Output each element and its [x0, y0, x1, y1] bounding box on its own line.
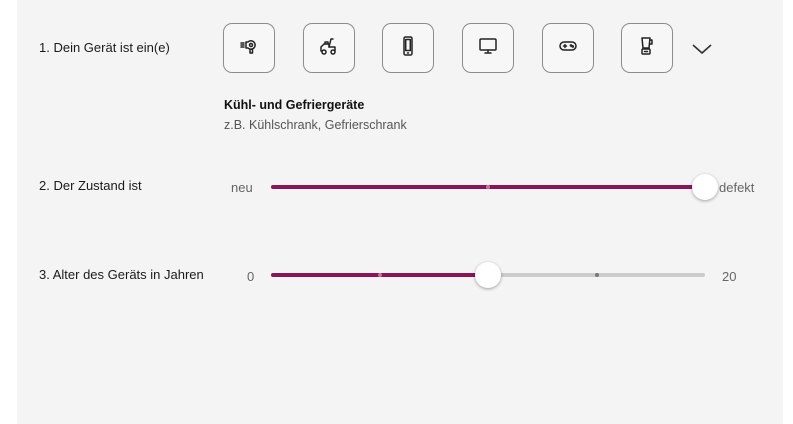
selected-category-subtitle: z.B. Kühlschrank, Gefrierschrank	[224, 118, 407, 132]
calculator-panel: 1. Dein Gerät ist ein(e) Kühl- und Gefri…	[17, 0, 783, 424]
gamepad-icon	[556, 34, 580, 63]
age-slider-tick	[594, 273, 599, 277]
condition-slider-handle[interactable]	[692, 174, 718, 200]
more-devices-chevron-button[interactable]	[689, 40, 715, 58]
device-smartphone-button[interactable]	[382, 23, 434, 73]
blender-icon	[635, 34, 659, 63]
condition-min-label: neu	[231, 180, 253, 195]
device-blender-button[interactable]	[621, 23, 673, 73]
device-monitor-button[interactable]	[462, 23, 514, 73]
age-slider-handle[interactable]	[475, 262, 501, 288]
lawn-tractor-icon	[317, 34, 341, 63]
question-device-label: 1. Dein Gerät ist ein(e)	[39, 40, 170, 55]
device-hair-dryer-button[interactable]	[223, 23, 275, 73]
question-condition-label: 2. Der Zustand ist	[39, 178, 142, 193]
age-slider-track[interactable]	[271, 262, 705, 288]
monitor-icon	[476, 34, 500, 63]
hair-dryer-icon	[237, 34, 261, 63]
condition-max-label: defekt	[719, 180, 755, 195]
condition-slider-track[interactable]	[271, 174, 718, 200]
age-slider-tick	[377, 273, 382, 277]
chevron-down-icon	[689, 44, 715, 62]
smartphone-icon	[396, 34, 420, 63]
age-max-label: 20	[722, 269, 737, 284]
device-lawn-tractor-button[interactable]	[303, 23, 355, 73]
device-gamepad-button[interactable]	[542, 23, 594, 73]
age-min-label: 0	[247, 269, 255, 284]
selected-category-title: Kühl- und Gefriergeräte	[224, 98, 365, 112]
condition-slider-tick	[486, 185, 490, 189]
question-age-label: 3. Alter des Geräts in Jahren	[39, 267, 204, 282]
